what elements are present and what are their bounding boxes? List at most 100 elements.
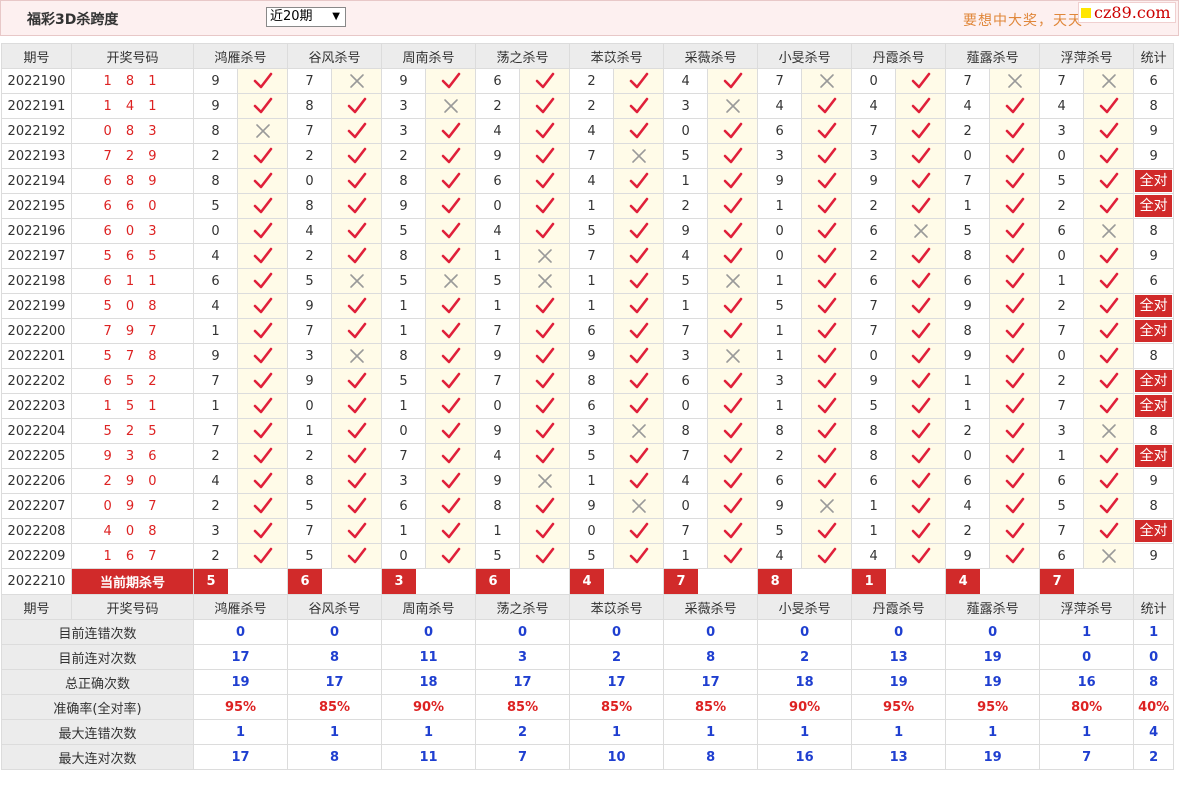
hit-cell	[707, 443, 759, 469]
table-row: 2022193 7 2 922297533009	[1, 143, 1175, 169]
hit-cell	[707, 393, 759, 419]
check-mark-icon	[253, 497, 273, 514]
summary-value: 0	[381, 619, 477, 645]
kill-number-cell: 7	[945, 168, 991, 194]
table-row: 2022196 6 0 304545906568	[1, 218, 1175, 244]
site-logo[interactable]: cz89.com	[1078, 2, 1176, 23]
summary-stat: 2	[1133, 744, 1175, 770]
check-mark-icon	[629, 522, 649, 539]
miss-cell	[801, 68, 853, 94]
col-header-expert: 浮萍杀号	[1039, 594, 1135, 620]
kill-number-cell: 7	[663, 443, 709, 469]
check-mark-icon	[1005, 97, 1025, 114]
kill-number-cell: 8	[757, 418, 803, 444]
range-select[interactable]: 近20期 ▼	[266, 7, 346, 27]
summary-row: 目前连对次数 17 8 11 3 2 8 2 13 19 0 0	[1, 644, 1175, 670]
cross-mark-icon	[819, 499, 835, 514]
summary-value: 19	[945, 744, 1041, 770]
hit-cell	[236, 143, 289, 169]
check-mark-icon	[911, 347, 931, 364]
kill-number-cell: 7	[287, 118, 333, 144]
kill-number-cell: 5	[663, 268, 709, 294]
hit-cell	[425, 518, 477, 544]
col-header-period: 期号	[1, 594, 72, 620]
kill-number-cell: 1	[757, 393, 803, 419]
hit-cell	[895, 168, 947, 194]
kill-number-cell: 5	[1039, 493, 1085, 519]
cross-mark-icon	[349, 349, 365, 364]
check-mark-icon	[723, 222, 743, 239]
summary-value: 8	[287, 744, 383, 770]
summary-value: 85%	[475, 694, 571, 720]
summary-value: 19	[192, 669, 289, 695]
period-cell: 2022197	[1, 243, 72, 269]
kill-number-cell: 1	[569, 193, 615, 219]
draw-number-cell: 2 9 0	[71, 468, 194, 494]
kill-number-cell: 7	[569, 243, 615, 269]
cross-mark-icon	[725, 99, 741, 114]
summary-value: 17	[569, 669, 665, 695]
hit-cell	[519, 418, 571, 444]
current-kill-cell: 1	[851, 568, 947, 595]
hit-cell	[236, 418, 289, 444]
summary-value: 0	[569, 619, 665, 645]
cross-mark-icon	[631, 424, 647, 439]
all-correct-badge: 全对	[1135, 195, 1173, 217]
check-mark-icon	[629, 247, 649, 264]
bottom-header-row: 期号 开奖号码 鸿雁杀号 谷风杀号 周南杀号 荡之杀号 苯苡杀号 采薇杀号 小旻杀号 丹霞杀号 薤露…	[1, 594, 1175, 620]
check-mark-icon	[535, 397, 555, 414]
period-cell: 2022208	[1, 518, 72, 544]
kill-number-cell: 0	[193, 218, 238, 244]
col-header-expert: 薤露杀号	[945, 43, 1041, 69]
summary-value: 1	[192, 719, 289, 745]
col-header-draw: 开奖号码	[71, 43, 194, 69]
summary-value: 13	[851, 744, 947, 770]
hit-cell	[331, 293, 383, 319]
check-mark-icon	[817, 222, 837, 239]
table-row: 2022199 5 0 8 4 9 1 1 1 1 5 7 9 2 全对	[1, 293, 1175, 319]
kill-number-cell: 5	[757, 518, 803, 544]
table-row: 2022205 9 3 6 2 2 7 4 5 7 2 8 0 1 全对	[1, 443, 1175, 469]
period-cell: 2022205	[1, 443, 72, 469]
summary-value: 8	[663, 744, 759, 770]
summary-value: 10	[569, 744, 665, 770]
col-header-expert: 周南杀号	[381, 594, 477, 620]
kill-number-cell: 0	[1039, 343, 1085, 369]
hit-cell	[331, 318, 383, 344]
check-mark-icon	[1099, 372, 1119, 389]
hit-cell	[989, 368, 1041, 394]
hit-cell	[989, 168, 1041, 194]
check-mark-icon	[629, 472, 649, 489]
hit-cell	[519, 318, 571, 344]
table-row: 2022194 6 8 9 8 0 8 6 4 1 9 9 7 5 全对	[1, 168, 1175, 194]
stat-cell: 9	[1133, 543, 1175, 569]
check-mark-icon	[911, 172, 931, 189]
kill-number-cell: 5	[475, 268, 521, 294]
current-kill-cell: 7	[1039, 568, 1135, 595]
check-mark-icon	[441, 372, 461, 389]
check-mark-icon	[629, 447, 649, 464]
check-mark-icon	[441, 172, 461, 189]
check-mark-icon	[629, 322, 649, 339]
kill-number-cell: 6	[851, 218, 897, 244]
kill-number-cell: 9	[945, 293, 991, 319]
summary-value: 1	[287, 719, 383, 745]
stat-cell: 9	[1133, 118, 1175, 144]
kill-number-cell: 9	[193, 343, 238, 369]
check-mark-icon	[723, 297, 743, 314]
check-mark-icon	[723, 322, 743, 339]
kill-number-cell: 7	[851, 318, 897, 344]
stat-cell: 9	[1133, 243, 1175, 269]
check-mark-icon	[253, 297, 273, 314]
hit-cell	[801, 318, 853, 344]
kill-number-cell: 9	[381, 68, 427, 94]
kill-number-cell: 7	[663, 518, 709, 544]
kill-number-cell: 8	[663, 418, 709, 444]
check-mark-icon	[253, 72, 273, 89]
summary-value: 7	[1039, 744, 1135, 770]
kill-number-cell: 5	[569, 543, 615, 569]
kill-number-cell: 2	[1039, 293, 1085, 319]
summary-value: 16	[757, 744, 853, 770]
check-mark-icon	[1005, 447, 1025, 464]
period-cell: 2022191	[1, 93, 72, 119]
